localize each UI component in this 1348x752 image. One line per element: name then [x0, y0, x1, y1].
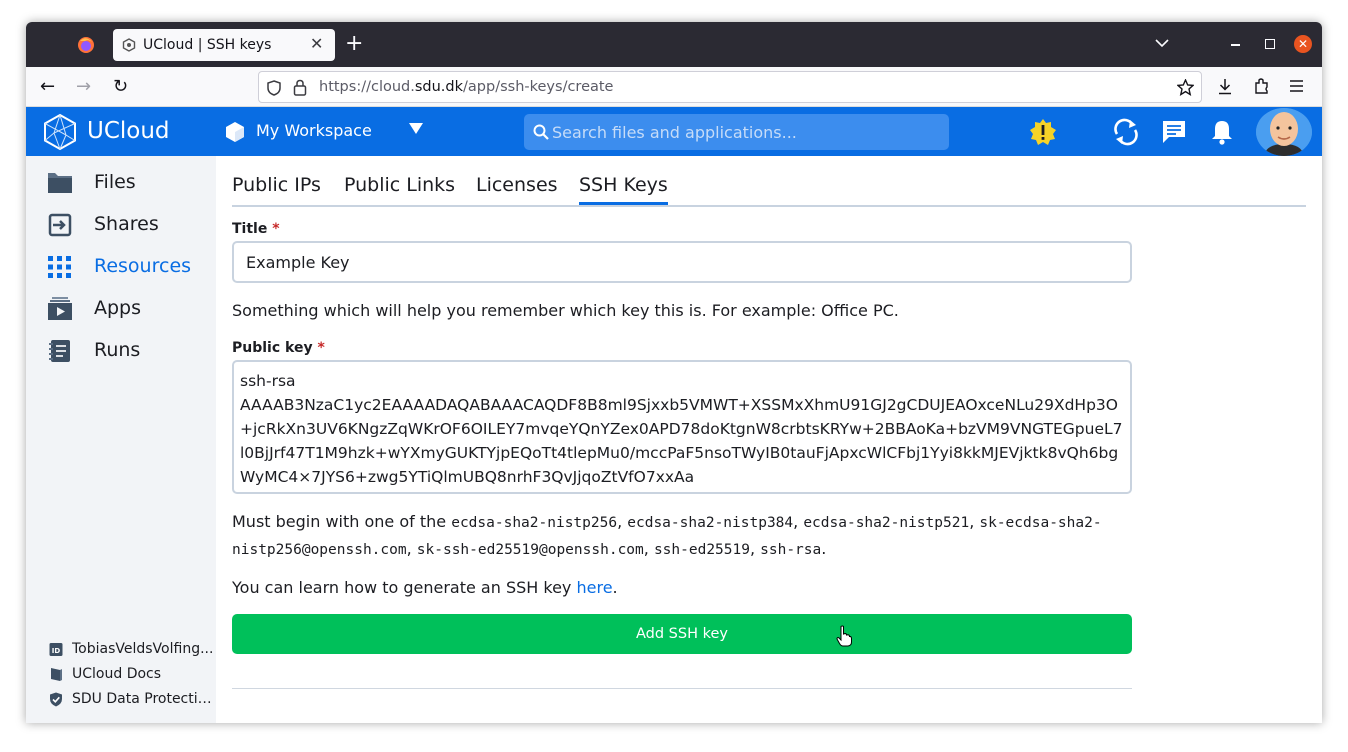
sidebar-footer-label: TobiasVeldsVolfing... [72, 641, 214, 657]
ucloud-favicon-icon [122, 38, 136, 52]
main-content: Public IPs Public Links Licenses SSH Key… [216, 156, 1322, 723]
menu-icon[interactable] [1289, 79, 1304, 93]
sidebar-item-label: Resources [94, 255, 192, 277]
workspace-cube-icon [226, 122, 244, 142]
tab-strip: UCloud | SSH keys ✕ + ✕ [26, 22, 1322, 67]
close-window-icon[interactable]: ✕ [1294, 35, 1312, 53]
navigation-bar: ← → ↻ https://cloud.sdu.dk/app/ssh-keys/… [26, 67, 1322, 107]
minimize-icon[interactable] [1231, 44, 1240, 46]
search-box [524, 114, 949, 150]
user-avatar[interactable] [1256, 108, 1312, 156]
workspace-caret-icon[interactable] [409, 123, 423, 134]
title-help-text: Something which will help you remember w… [232, 301, 899, 320]
sidebar-item-label: Runs [94, 339, 141, 361]
hand-cursor-icon [836, 625, 852, 647]
sidebar-item-label: Shares [94, 213, 159, 235]
book-icon [51, 668, 62, 681]
app-header: UCloud My Workspace [26, 107, 1322, 156]
folder-icon [48, 173, 72, 193]
bookmark-star-icon[interactable] [1177, 79, 1194, 96]
sidebar-item-label: Files [94, 171, 136, 193]
refresh-icon[interactable] [1112, 118, 1140, 146]
sidebar-footer-label: SDU Data Protection [72, 691, 214, 707]
brand-name[interactable]: UCloud [87, 118, 170, 144]
reload-button[interactable]: ↻ [113, 77, 128, 97]
tab-ucloud-ssh-keys[interactable]: UCloud | SSH keys ✕ [113, 29, 335, 61]
tab-ssh-keys[interactable]: SSH Keys [579, 174, 668, 205]
public-key-textarea[interactable]: ssh-rsa AAAAB3NzaC1yc2EAAAADAQABAAACAQDF… [232, 360, 1132, 494]
title-label: Title * [232, 221, 280, 237]
new-tab-button[interactable]: + [345, 31, 363, 57]
sidebar-footer-docs[interactable]: UCloud Docs [46, 664, 216, 686]
lock-icon[interactable] [293, 79, 307, 96]
close-tab-icon[interactable]: ✕ [310, 34, 323, 53]
search-icon [533, 124, 549, 140]
ucloud-logo-icon[interactable] [42, 113, 78, 151]
learn-here-link[interactable]: here [576, 578, 612, 597]
runs-icon [49, 340, 70, 362]
maximize-icon[interactable] [1265, 39, 1275, 49]
avatar-face-icon [1256, 108, 1312, 156]
downloads-icon[interactable] [1217, 78, 1233, 95]
notice-badge-icon[interactable] [1029, 118, 1057, 146]
tab-title: UCloud | SSH keys [143, 37, 272, 53]
apps-icon [48, 297, 72, 320]
url-bar[interactable]: https://cloud.sdu.dk/app/ssh-keys/create [258, 71, 1202, 103]
share-icon [48, 213, 72, 237]
shield-icon[interactable] [266, 80, 282, 96]
sidebar-item-runs[interactable]: Runs [26, 331, 216, 371]
sidebar-item-resources[interactable]: Resources [26, 247, 216, 287]
public-key-label: Public key * [232, 340, 325, 356]
sidebar-footer-data-protection[interactable]: SDU Data Protection [46, 689, 216, 711]
sidebar-footer-label: UCloud Docs [72, 666, 162, 682]
firefox-icon[interactable] [77, 36, 95, 54]
workspace-selector[interactable]: My Workspace [256, 121, 372, 140]
extensions-icon[interactable] [1253, 77, 1270, 95]
search-input[interactable] [552, 114, 942, 150]
sidebar-footer-project[interactable]: ID TobiasVeldsVolfing... [46, 639, 216, 661]
grid-icon [48, 256, 71, 278]
learn-help-text: You can learn how to generate an SSH key… [232, 578, 618, 597]
chat-icon[interactable] [1160, 118, 1188, 146]
id-icon: ID [49, 643, 63, 656]
back-button[interactable]: ← [40, 77, 55, 97]
key-format-help: Must begin with one of the ecdsa-sha2-ni… [232, 512, 1102, 558]
sidebar-item-label: Apps [94, 297, 142, 319]
shield-icon [50, 692, 62, 707]
sidebar: Files Shares Resources Apps Runs ID Tobi… [26, 156, 216, 723]
resource-tabs: Public IPs Public Links Licenses SSH Key… [232, 174, 1306, 207]
add-ssh-key-button[interactable]: Add SSH key [232, 614, 1132, 654]
svg-text:ID: ID [52, 647, 61, 655]
tab-public-links[interactable]: Public Links [344, 174, 455, 202]
tab-licenses[interactable]: Licenses [476, 174, 558, 202]
title-input[interactable] [232, 241, 1132, 283]
sidebar-item-files[interactable]: Files [26, 163, 216, 203]
divider [232, 688, 1132, 689]
tab-public-ips[interactable]: Public IPs [232, 174, 321, 202]
notifications-bell-icon[interactable] [1208, 118, 1236, 146]
sidebar-item-shares[interactable]: Shares [26, 205, 216, 245]
url-text[interactable]: https://cloud.sdu.dk/app/ssh-keys/create [319, 79, 613, 95]
sidebar-item-apps[interactable]: Apps [26, 289, 216, 329]
list-tabs-icon[interactable] [1155, 38, 1169, 48]
forward-button[interactable]: → [76, 77, 91, 97]
browser-window: UCloud | SSH keys ✕ + ✕ ← → ↻ https://cl… [26, 22, 1322, 723]
